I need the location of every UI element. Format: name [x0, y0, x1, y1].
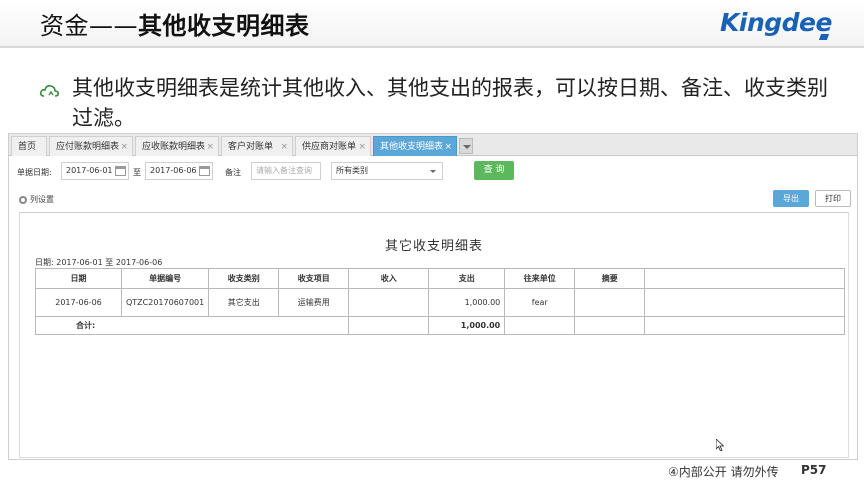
calendar-icon[interactable] — [115, 166, 126, 176]
tab-bar: 首页 应付账款明细表 × 应收账款明细表 × 客户对账单 × 供应商对账单 × 其他收支… — [9, 134, 857, 156]
tab-label: 客户对账单 — [228, 142, 274, 152]
cell-empty — [504, 316, 576, 335]
total-row: 合计: 1,000.00 — [34, 316, 846, 335]
mouse-cursor-icon — [716, 439, 724, 451]
calendar-icon[interactable] — [199, 166, 210, 176]
tab-label: 应付账款明细表 — [56, 142, 120, 152]
slide-title-main: 其他收支明细表 — [138, 12, 310, 40]
tab-label: 其他收支明细表 — [380, 142, 444, 152]
column-settings-label: 列设置 — [30, 195, 54, 204]
column-header: 往来单位 — [504, 268, 576, 289]
cell-item: 运输费用 — [278, 288, 350, 317]
column-header: 支出 — [428, 268, 506, 289]
category-value: 所有类别 — [336, 166, 368, 175]
print-button[interactable]: 打印 — [815, 190, 851, 207]
cell-partner: fear — [504, 288, 576, 317]
category-select[interactable]: 所有类别 — [331, 162, 443, 180]
report-date-range: 日期: 2017-06-01 至 2017-06-06 — [35, 258, 163, 267]
cell-empty — [644, 288, 846, 317]
tab-more-dropdown[interactable] — [459, 138, 473, 154]
tab-customer-statement[interactable]: 客户对账单 × — [221, 136, 293, 156]
close-icon[interactable]: × — [444, 137, 452, 157]
tab-payable-detail[interactable]: 应付账款明细表 × — [49, 136, 133, 156]
cell-date: 2017-06-06 — [35, 288, 122, 317]
gear-icon — [19, 195, 27, 204]
close-icon[interactable]: × — [206, 137, 214, 157]
date-to-value: 2017-06-06 — [150, 166, 197, 175]
cell-expense: 1,000.00 — [428, 288, 506, 317]
table-row[interactable]: 2017-06-06 QTZC20170607001 其它支出 运输费用 1,0… — [35, 288, 846, 317]
tab-label: 首页 — [18, 142, 37, 152]
column-header: 收支项目 — [278, 268, 350, 289]
column-header: 日期 — [35, 268, 122, 289]
column-header: 摘要 — [574, 268, 646, 289]
cell-empty — [574, 316, 646, 335]
query-button[interactable]: 查 询 — [474, 161, 514, 180]
cell-empty — [644, 316, 846, 335]
footer-confidential: ④内部公开 请勿外传 — [668, 465, 779, 479]
cell-category: 其它支出 — [208, 288, 280, 317]
kingdee-logo: Kingdee — [720, 8, 832, 37]
slide-title: 资金——其他收支明细表 — [40, 6, 310, 41]
report-table: 日期 单据编号 收支类别 收支项目 收入 支出 往来单位 摘要 2017-06-… — [34, 268, 846, 335]
page-number: P57 — [801, 463, 827, 477]
table-header-row: 日期 单据编号 收支类别 收支项目 收入 支出 往来单位 摘要 — [35, 268, 846, 289]
report-panel: 其它收支明细表 日期: 2017-06-01 至 2017-06-06 日期 单… — [19, 212, 849, 458]
app-window: 首页 应付账款明细表 × 应收账款明细表 × 客户对账单 × 供应商对账单 × 其他收支… — [8, 133, 858, 460]
column-header: 单据编号 — [120, 268, 210, 289]
tab-supplier-statement[interactable]: 供应商对账单 × — [295, 136, 371, 156]
date-from-field[interactable]: 2017-06-01 — [61, 162, 129, 180]
tab-other-income-expense[interactable]: 其他收支明细表 × — [373, 136, 457, 156]
close-icon[interactable]: × — [120, 137, 128, 157]
tab-receivable-detail[interactable]: 应收账款明细表 × — [135, 136, 219, 156]
tab-home[interactable]: 首页 — [11, 136, 47, 156]
close-icon[interactable]: × — [280, 137, 288, 157]
to-label: 至 — [133, 168, 141, 177]
remark-placeholder: 请输入备注查询 — [256, 166, 312, 175]
column-header-empty — [644, 268, 846, 289]
report-title: 其它收支明细表 — [384, 239, 483, 254]
slide-title-prefix: 资金—— — [40, 12, 138, 40]
column-header: 收入 — [348, 268, 430, 289]
column-header: 收支类别 — [208, 268, 280, 289]
cell-income — [348, 288, 430, 317]
logo-mark — [818, 34, 830, 40]
total-expense: 1,000.00 — [428, 316, 506, 335]
chevron-down-icon — [430, 170, 436, 173]
cell-summary — [574, 288, 646, 317]
remark-input[interactable]: 请输入备注查询 — [251, 162, 321, 180]
export-button[interactable]: 导出 — [773, 190, 809, 207]
date-label: 单据日期: — [17, 168, 52, 177]
tab-label: 应收账款明细表 — [142, 142, 206, 152]
column-settings[interactable]: 列设置 — [19, 194, 54, 205]
cell-bill-no[interactable]: QTZC20170607001 — [120, 288, 210, 317]
cloud-bullet-icon — [40, 85, 59, 97]
close-icon[interactable]: × — [358, 137, 366, 157]
total-income — [348, 316, 430, 335]
tab-label: 供应商对账单 — [302, 142, 357, 152]
date-from-value: 2017-06-01 — [66, 166, 113, 175]
slide-header: 资金——其他收支明细表 Kingdee — [0, 0, 864, 48]
remark-label: 备注 — [225, 168, 241, 177]
total-label: 合计: — [34, 316, 350, 335]
bullet-text: 其他收支明细表是统计其他收入、其他支出的报表，可以按日期、备注、收支类别过滤。 — [72, 76, 828, 130]
date-to-field[interactable]: 2017-06-06 — [145, 162, 213, 180]
